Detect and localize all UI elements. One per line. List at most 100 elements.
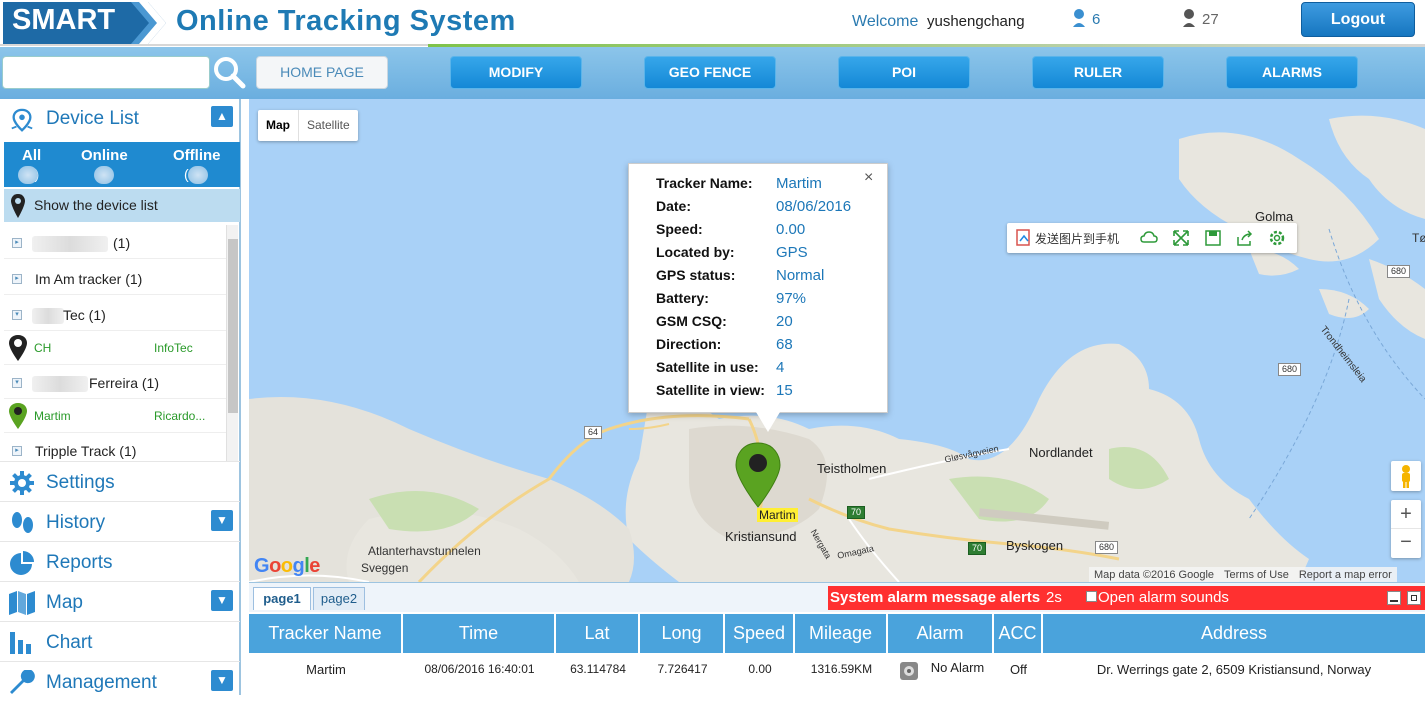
zoom-in-button[interactable]: + xyxy=(1391,500,1421,529)
device-list-scrollbar[interactable] xyxy=(226,225,238,461)
menu-settings[interactable]: Settings xyxy=(0,461,240,501)
bottom-panel: page1 page2 System alarm message alerts … xyxy=(249,582,1425,695)
expand-icon[interactable]: ▸ xyxy=(12,446,22,456)
column-header[interactable]: Long xyxy=(640,614,725,653)
cell-tracker-name: Martim xyxy=(306,662,346,677)
nav-ruler-button[interactable]: RULER xyxy=(1032,56,1164,89)
tab-all[interactable]: All xyxy=(22,147,41,164)
logout-button[interactable]: Logout xyxy=(1301,2,1415,37)
column-header[interactable]: ACC xyxy=(994,614,1043,653)
street-view-pegman-icon[interactable] xyxy=(1391,461,1421,491)
column-header[interactable]: Time xyxy=(403,614,556,653)
nav-poi-button[interactable]: POI xyxy=(838,56,970,89)
blurred-count xyxy=(94,166,114,184)
chevron-down-icon[interactable]: ▼ xyxy=(211,590,233,611)
menu-history[interactable]: History ▼ xyxy=(0,501,240,541)
send-image-label[interactable]: 发送图片到手机 xyxy=(1035,230,1119,247)
info-label: GPS status: xyxy=(656,267,736,283)
expand-icon[interactable]: ▸ xyxy=(12,238,22,248)
list-item[interactable]: CH InfoTec xyxy=(4,331,228,365)
cell-mileage: 1316.59KM xyxy=(810,662,873,676)
app-title: Online Tracking System xyxy=(176,5,516,37)
device-list-header[interactable]: Device List ▲ xyxy=(0,99,240,141)
expand-icon[interactable]: ▸ xyxy=(12,274,22,284)
report-map-error-link[interactable]: Report a map error xyxy=(1299,569,1392,581)
nav-geo-fence-button[interactable]: GEO FENCE xyxy=(644,56,776,89)
nav-home-button[interactable]: HOME PAGE xyxy=(256,56,388,89)
column-header[interactable]: Address xyxy=(1043,614,1425,653)
menu-reports[interactable]: Reports xyxy=(0,541,240,581)
menu-history-label: History xyxy=(46,512,106,533)
show-device-list-label: Show the device list xyxy=(34,197,158,213)
collapse-icon[interactable]: ▾ xyxy=(12,378,22,388)
collapse-icon[interactable]: ▾ xyxy=(12,310,22,320)
place-label: Sveggen xyxy=(361,561,409,575)
list-item[interactable]: ▾ Ferreira (1) xyxy=(4,365,228,399)
cloud-icon[interactable] xyxy=(1140,229,1158,247)
settings-icon[interactable] xyxy=(1268,229,1286,247)
info-window-pointer xyxy=(756,412,780,432)
column-header[interactable]: Alarm xyxy=(888,614,994,653)
info-value: 15 xyxy=(776,382,793,399)
menu-chart[interactable]: Chart xyxy=(0,621,240,661)
page-tabbar: page1 page2 System alarm message alerts … xyxy=(249,583,1425,612)
share-icon[interactable] xyxy=(1236,229,1254,247)
info-row: Battery: 97% xyxy=(656,290,806,307)
blurred-count xyxy=(188,166,208,184)
close-icon[interactable]: × xyxy=(864,169,873,187)
place-label: Teistholmen xyxy=(817,461,887,476)
tab-offline[interactable]: Offline xyxy=(173,147,221,164)
tab-online[interactable]: Online xyxy=(81,147,128,164)
alarm-sound-checkbox[interactable] xyxy=(1086,591,1097,602)
terms-of-use-link[interactable]: Terms of Use xyxy=(1224,569,1289,581)
scroll-thumb[interactable] xyxy=(228,239,238,413)
column-header[interactable]: Tracker Name xyxy=(249,614,403,653)
info-row: Satellite in use: 4 xyxy=(656,359,784,376)
list-item[interactable]: ▸ Im Am tracker (1) xyxy=(4,261,228,295)
restore-icon[interactable] xyxy=(1407,591,1421,605)
chevron-down-icon[interactable]: ▼ xyxy=(211,670,233,691)
send-image-icon[interactable] xyxy=(1015,229,1033,247)
info-label: Satellite in use: xyxy=(656,359,759,375)
alarm-timer: 2s xyxy=(1046,589,1062,606)
column-header[interactable]: Mileage xyxy=(795,614,888,653)
place-label: Kristiansund xyxy=(725,529,797,544)
place-label: Nordlandet xyxy=(1029,445,1093,460)
column-header[interactable]: Speed xyxy=(725,614,795,653)
cell-lat: 63.114784 xyxy=(570,662,626,676)
list-item[interactable]: ▸ (1) xyxy=(4,225,228,259)
list-item[interactable]: ▸ Tripple Track (1) xyxy=(4,433,228,461)
nav-modify-button[interactable]: MODIFY xyxy=(450,56,582,89)
alarm-title: System alarm message alerts xyxy=(830,589,1041,606)
info-value: Martim xyxy=(776,175,822,192)
search-icon[interactable] xyxy=(212,55,246,89)
list-item[interactable]: ▾ Tec (1) xyxy=(4,297,228,331)
menu-settings-label: Settings xyxy=(46,472,115,493)
info-value: 4 xyxy=(776,359,785,376)
info-value: GPS xyxy=(776,244,808,261)
show-device-list[interactable]: Show the device list xyxy=(4,189,240,222)
list-item[interactable]: Martim Ricardo... xyxy=(4,399,228,433)
save-icon[interactable] xyxy=(1204,229,1222,247)
zoom-out-button[interactable]: − xyxy=(1391,529,1421,558)
fullscreen-icon[interactable] xyxy=(1172,229,1190,247)
info-label: Direction: xyxy=(656,336,722,352)
chevron-down-icon[interactable]: ▼ xyxy=(211,510,233,531)
map-view[interactable]: Map Satellite 64 70 70 680 680 680 Krist… xyxy=(249,99,1425,582)
info-value: Normal xyxy=(776,267,825,284)
search-input[interactable] xyxy=(2,56,210,89)
device-status-tabs: All (3) Online ( ) Offline ( ) xyxy=(4,142,240,187)
folded-map-icon xyxy=(9,591,35,615)
map-attribution: Map data ©2016 Google Terms of Use Repor… xyxy=(1089,567,1397,582)
tab-page2[interactable]: page2 xyxy=(313,587,365,610)
no-alarm-icon xyxy=(900,662,918,680)
nav-alarms-button[interactable]: ALARMS xyxy=(1226,56,1358,89)
column-header[interactable]: Lat xyxy=(556,614,640,653)
menu-management[interactable]: Management ▼ xyxy=(0,661,240,701)
menu-map[interactable]: Map ▼ xyxy=(0,581,240,621)
map-type-satellite[interactable]: Satellite xyxy=(298,110,358,141)
map-type-map[interactable]: Map xyxy=(258,110,298,141)
minimize-icon[interactable] xyxy=(1387,591,1401,605)
collapse-up-icon[interactable]: ▲ xyxy=(211,106,233,127)
tab-page1[interactable]: page1 xyxy=(253,587,311,610)
